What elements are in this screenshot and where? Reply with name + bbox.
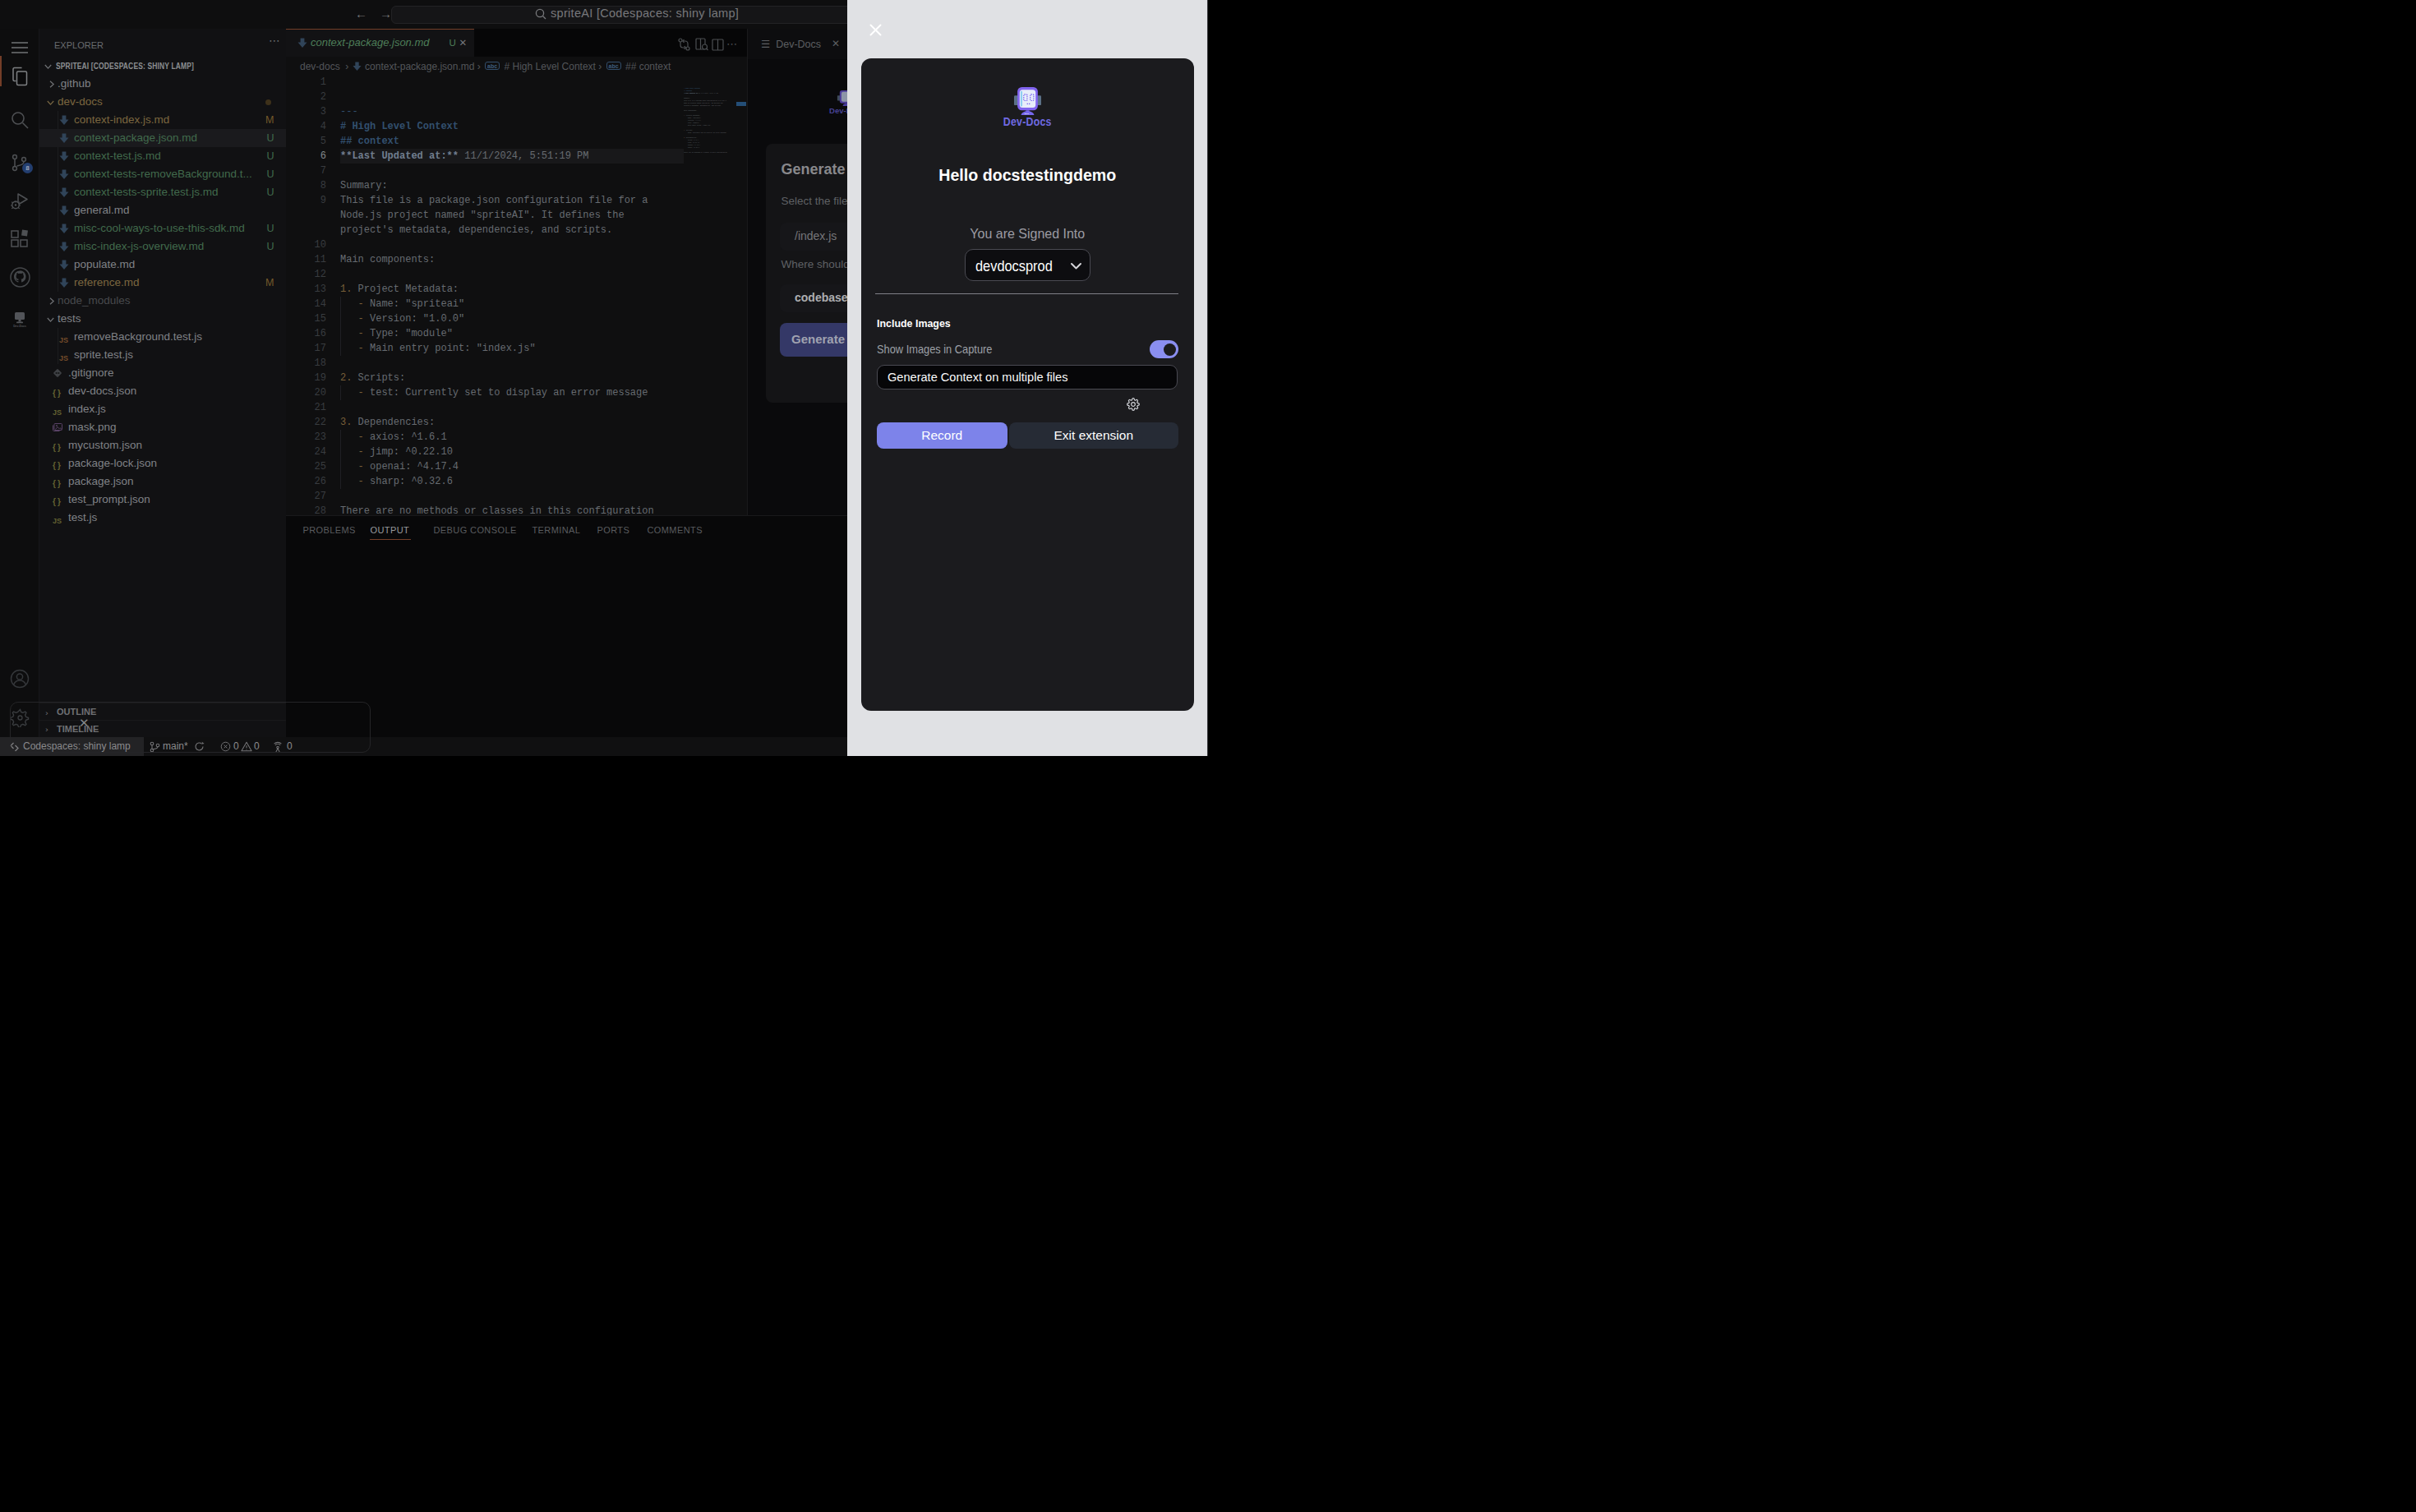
svg-text:docs: docs <box>1024 113 1029 114</box>
